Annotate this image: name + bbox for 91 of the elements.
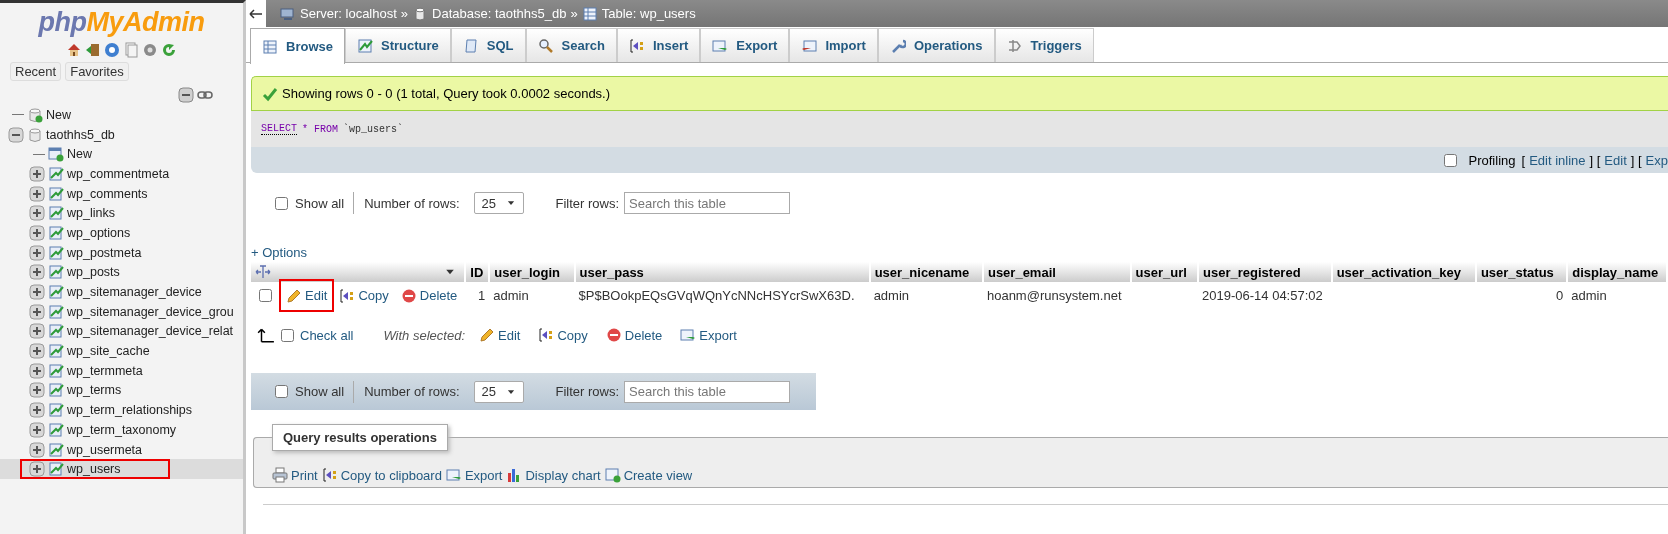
- tab[interactable]: Search: [525, 28, 617, 62]
- tree-item[interactable]: wp_users: [67, 462, 121, 477]
- show-all-label: Show all: [295, 384, 345, 399]
- tab[interactable]: Triggers: [994, 28, 1094, 62]
- operation-link[interactable]: Copy to clipboard: [321, 467, 442, 483]
- profiling-label: Profiling: [1468, 152, 1516, 168]
- column-header[interactable]: user_login: [489, 262, 575, 282]
- row-action-link[interactable]: Delete: [396, 284, 462, 307]
- bracket-text: ] [: [1630, 152, 1642, 168]
- tree-item[interactable]: wp_usermeta: [67, 442, 143, 457]
- tab[interactable]: Structure: [344, 28, 451, 62]
- filter-label: Filter rows:: [555, 195, 620, 211]
- tab[interactable]: SQL: [450, 28, 526, 62]
- tree-item[interactable]: wp_sitemanager_device: [67, 285, 202, 300]
- rows-label: Number of rows:: [364, 384, 460, 399]
- table-cell: admin: [489, 282, 575, 309]
- bulk-action-link[interactable]: Delete: [605, 327, 663, 343]
- tree-item[interactable]: wp_links: [67, 206, 115, 221]
- sql-text: * FROM: [302, 123, 339, 135]
- row-action-link[interactable]: Copy: [335, 284, 393, 307]
- rows-select[interactable]: 25: [473, 380, 524, 403]
- tree-item[interactable]: wp_site_cache: [67, 344, 150, 359]
- tree-item[interactable]: wp_termmeta: [67, 363, 143, 378]
- show-all-label: Show all: [295, 195, 345, 211]
- table-cell: admin: [869, 282, 983, 309]
- tree-item[interactable]: wp_terms: [67, 383, 122, 398]
- breadcrumb-separator: »: [570, 6, 578, 21]
- table-cell: hoanm@runsystem.net: [982, 282, 1131, 309]
- filter-label: Filter rows:: [555, 384, 620, 399]
- message-text: Showing rows 0 - 0 (1 total, Query took 0.0002 seconds.): [282, 86, 611, 101]
- column-header[interactable]: user_nicename: [869, 262, 983, 282]
- check-all-link[interactable]: Check all: [300, 327, 354, 343]
- breadcrumb-link[interactable]: Table: wp_users: [601, 6, 696, 21]
- column-header[interactable]: display_name: [1567, 262, 1667, 282]
- tab[interactable]: Import: [789, 28, 878, 62]
- link[interactable]: Edit inline: [1529, 152, 1586, 168]
- link[interactable]: Edit: [1604, 152, 1627, 168]
- tree-item[interactable]: wp_sitemanager_device_grou: [67, 304, 234, 319]
- operation-link[interactable]: Create view: [604, 467, 693, 483]
- bulk-action-link[interactable]: Export: [680, 327, 737, 343]
- options-link[interactable]: + Options: [251, 245, 307, 260]
- rows-select[interactable]: 25: [473, 192, 524, 214]
- tree-item[interactable]: taothhs5_db: [46, 127, 115, 142]
- operation-link[interactable]: Export: [445, 467, 503, 483]
- bulk-action-link[interactable]: Edit: [479, 327, 521, 343]
- row-action-link[interactable]: Edit: [282, 282, 332, 309]
- logo: phpMyAdmin: [38, 6, 205, 38]
- column-header[interactable]: user_url: [1130, 262, 1199, 282]
- column-header[interactable]: user_email: [982, 262, 1131, 282]
- column-header[interactable]: user_status: [1475, 262, 1568, 282]
- table-cell: 0: [1475, 282, 1568, 309]
- sql-identifier: `wp_users`: [343, 123, 404, 135]
- tree-item[interactable]: wp_term_relationships: [67, 403, 193, 418]
- bulk-action-link[interactable]: Copy: [538, 327, 588, 343]
- sidebar-button[interactable]: Favorites: [65, 62, 129, 81]
- search-field[interactable]: Search this table: [624, 380, 791, 403]
- sql-keyword[interactable]: SELECT: [261, 123, 297, 135]
- sidebar-button[interactable]: Recent: [10, 62, 62, 81]
- tree-item[interactable]: wp_comments: [67, 186, 148, 201]
- breadcrumb-link[interactable]: Database: taothhs5_db: [432, 6, 567, 21]
- table-cell: admin: [1567, 282, 1667, 309]
- tree-item[interactable]: New: [67, 147, 92, 162]
- panel-legend: Query results operations: [272, 424, 448, 451]
- tree-item[interactable]: wp_posts: [67, 265, 120, 280]
- tree-item[interactable]: wp_term_taxonomy: [67, 422, 177, 437]
- tree-item[interactable]: wp_sitemanager_device_relat: [67, 324, 234, 339]
- search-field[interactable]: Search this table: [624, 192, 791, 214]
- tab[interactable]: Browse: [250, 28, 345, 64]
- bracket-text: [: [1521, 152, 1526, 168]
- rows-label: Number of rows:: [364, 195, 460, 211]
- table-cell: $P$BOokpEQsGVqWQnYcNNcHSYcrSwX63D.: [574, 282, 870, 309]
- tree-item[interactable]: wp_commentmeta: [67, 166, 170, 181]
- tree-item[interactable]: New: [46, 107, 71, 122]
- breadcrumb-separator: »: [400, 6, 409, 21]
- tab[interactable]: Export: [700, 28, 790, 62]
- table-cell: 1: [465, 282, 490, 309]
- link[interactable]: Exp: [1645, 152, 1668, 168]
- column-header[interactable]: user_activation_key: [1331, 262, 1476, 282]
- column-header[interactable]: user_registered: [1198, 262, 1332, 282]
- breadcrumb-link[interactable]: Server: localhost: [300, 6, 397, 21]
- operation-link[interactable]: Print: [272, 467, 318, 483]
- table-cell: 2019-06-14 04:57:02: [1198, 282, 1332, 309]
- column-header[interactable]: user_pass: [574, 262, 870, 282]
- tab[interactable]: Insert: [616, 28, 701, 62]
- tab[interactable]: Operations: [877, 28, 995, 62]
- column-header[interactable]: ID: [465, 262, 490, 282]
- with-selected-label: With selected:: [383, 327, 465, 343]
- operation-link[interactable]: Display chart: [506, 467, 601, 483]
- tree-item[interactable]: wp_postmeta: [67, 245, 142, 260]
- tree-item[interactable]: wp_options: [67, 225, 131, 240]
- bracket-text: ] [: [1589, 152, 1601, 168]
